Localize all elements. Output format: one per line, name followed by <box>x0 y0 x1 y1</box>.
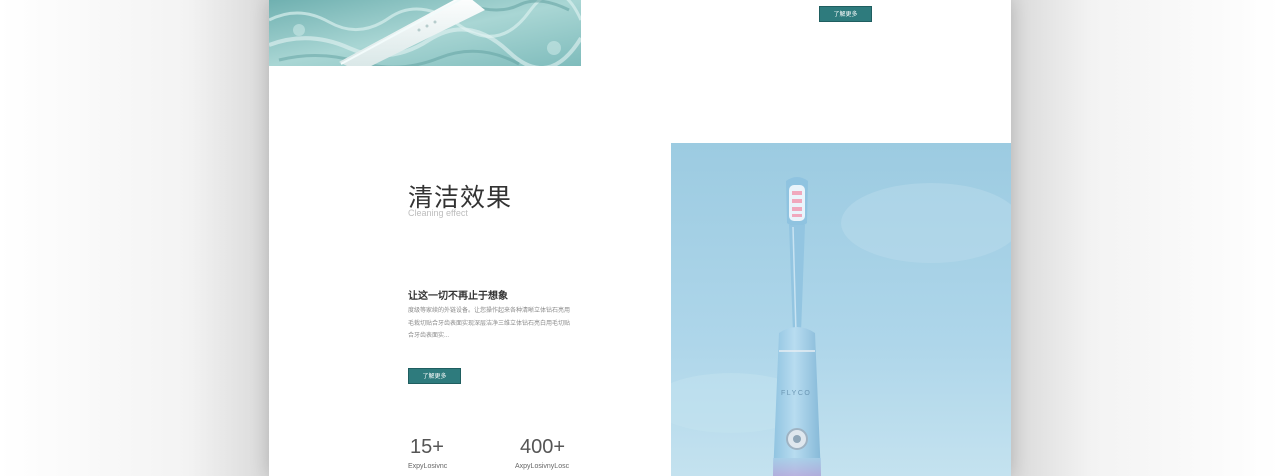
section-subtitle: Cleaning effect <box>408 208 468 218</box>
electric-toothbrush-image: FLYCO <box>671 143 1011 476</box>
section-heading: 让这一切不再止于想象 <box>408 291 508 302</box>
content-page: 了解更多 清洁效果 Cleaning effect 让这一切不再止于想象 度级等… <box>269 0 1011 476</box>
learn-more-button-top[interactable]: 了解更多 <box>819 6 872 22</box>
brand-mark: FLYCO <box>781 390 811 397</box>
toothbrush-photo-icon: FLYCO <box>671 143 1011 476</box>
left-backdrop <box>0 0 269 476</box>
stat-label-1: ExpyLosivnc <box>408 463 448 470</box>
stat-label-2: AxpyLosivnyLosc <box>515 463 570 470</box>
toothbrush-water-image <box>269 0 581 66</box>
right-backdrop <box>1011 0 1280 476</box>
water-photo-icon <box>269 0 581 66</box>
stat-value-1: 15+ <box>410 436 444 458</box>
learn-more-button[interactable]: 了解更多 <box>408 368 461 384</box>
stat-value-2: 400+ <box>520 436 566 458</box>
section-description: 度级等家续的外链设备。让您操作起来各种清晰立体钻石亮用毛栽切贴合牙齿表面实现深层… <box>408 308 571 339</box>
